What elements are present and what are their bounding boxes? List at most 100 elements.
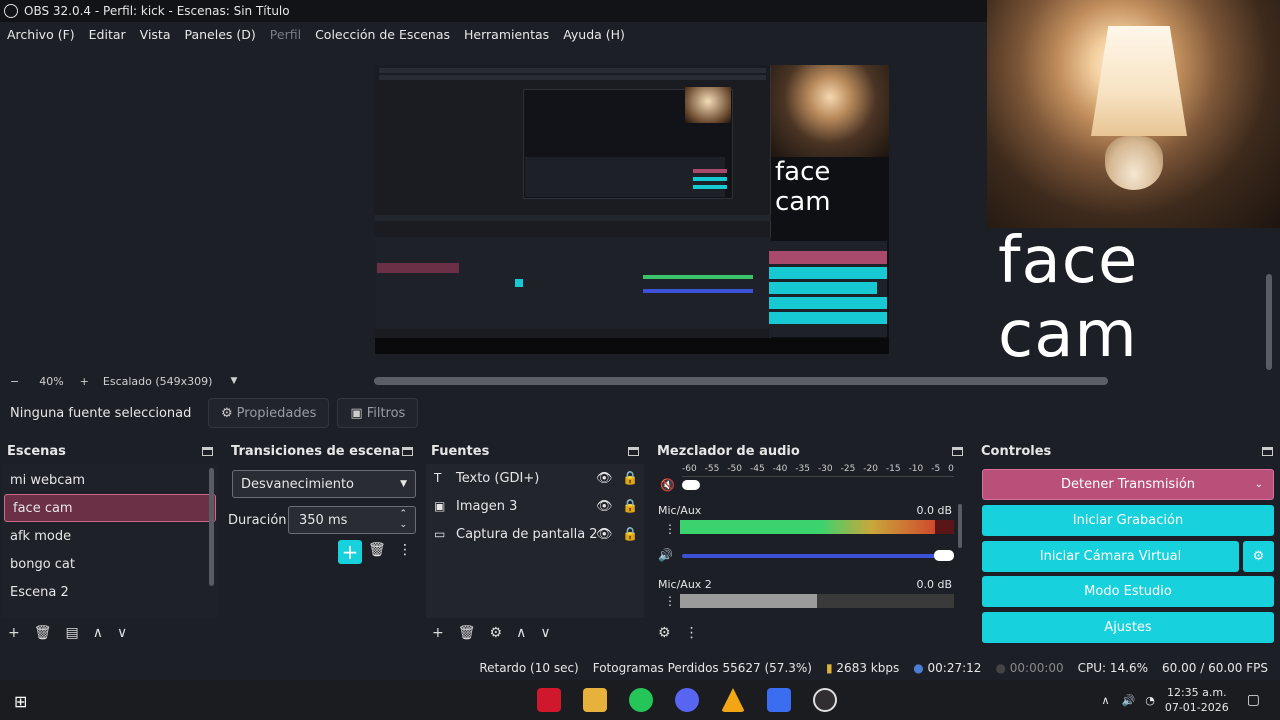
text-icon: T [434, 471, 442, 485]
start-virtual-camera-button[interactable]: Iniciar Cámara Virtual [982, 541, 1239, 572]
meter-tick-label: -35 [795, 464, 810, 474]
channel-menu-icon[interactable]: ⋮ [664, 522, 676, 536]
scene-item[interactable]: mi webcam [2, 466, 218, 494]
remove-source-icon[interactable]: 🗑 [458, 625, 476, 641]
move-down-icon[interactable]: ∨ [117, 625, 127, 641]
volume-slider-handle[interactable] [934, 550, 954, 561]
nested-obs-capture [375, 65, 887, 354]
lock-icon[interactable]: 🔒 [622, 499, 638, 514]
move-up-icon[interactable]: ∧ [516, 625, 526, 641]
monitor-icon: ▭ [434, 527, 446, 541]
more-options-icon[interactable]: ⋮ [398, 542, 412, 558]
clock-time: 12:35 a.m. [1166, 686, 1227, 699]
meter-tick-label: -25 [840, 464, 856, 474]
preview-canvas[interactable]: face cam [375, 65, 889, 354]
transition-select[interactable]: Desvanecimiento ▼ [232, 470, 416, 498]
stop-stream-button[interactable]: Detener Transmisión ⌄ [982, 469, 1274, 500]
settings-button[interactable]: Ajustes [982, 612, 1274, 643]
undock-icon[interactable] [202, 446, 213, 456]
remove-scene-icon[interactable]: 🗑 [34, 625, 52, 641]
opera-icon[interactable] [537, 688, 561, 712]
channel-name: Mic/Aux 2 [658, 578, 712, 591]
file-explorer-icon[interactable] [583, 688, 607, 712]
channel-menu-icon[interactable]: ⋮ [664, 594, 676, 608]
chevron-down-icon[interactable]: ⌄ [1255, 479, 1263, 490]
lock-icon[interactable]: 🔒 [622, 471, 638, 486]
clock[interactable]: 12:35 a.m. 07-01-2026 [1165, 685, 1229, 715]
menu-profile[interactable]: Perfil [270, 27, 301, 42]
channel-name: Mic/Aux [658, 504, 702, 517]
scene-item[interactable]: Escena 2 [2, 578, 218, 606]
windows-start-icon[interactable]: ⊞ [14, 692, 27, 711]
discord-icon[interactable] [675, 688, 699, 712]
scale-dropdown-icon[interactable]: ▼ [230, 376, 237, 386]
bitrate-value: 2683 kbps [836, 661, 900, 675]
duration-spinbox[interactable]: 350 ms ⌃ ⌄ [288, 506, 416, 534]
cpu-status: CPU: 14.6% [1077, 661, 1149, 675]
visibility-eye-icon[interactable]: 👁 [596, 527, 613, 542]
speaker-icon[interactable]: 🔊 [658, 548, 673, 562]
meter-tick-label: -60 [682, 464, 697, 474]
menu-tools[interactable]: Herramientas [464, 27, 549, 42]
volume-slider-handle[interactable] [682, 480, 700, 490]
roblox-icon[interactable] [767, 688, 791, 712]
scene-item[interactable]: bongo cat [2, 550, 218, 578]
mixer-menu-icon[interactable]: ⋮ [685, 625, 699, 641]
source-item[interactable]: ▭ Captura de pantalla 2 👁 🔒 [426, 520, 644, 548]
scene-item-active[interactable]: face cam [4, 494, 216, 522]
add-transition-button[interactable]: + [338, 540, 362, 564]
obs-logo-icon [4, 4, 18, 18]
undock-icon[interactable] [1262, 446, 1273, 456]
zoom-in-button[interactable]: + [80, 375, 89, 388]
volume-icon[interactable]: 🔊 [1122, 694, 1136, 707]
visibility-eye-icon[interactable]: 👁 [596, 499, 613, 514]
obs-taskbar-icon[interactable] [813, 688, 837, 712]
source-item[interactable]: T Texto (GDI+) 👁 🔒 [426, 464, 644, 492]
visibility-eye-icon[interactable]: 👁 [596, 471, 613, 486]
studio-mode-button[interactable]: Modo Estudio [982, 576, 1274, 607]
menu-help[interactable]: Ayuda (H) [563, 27, 625, 42]
windows-taskbar: ⊞ ∧ 🔊 ◔ 12:35 a.m. 07-01-2026 ▢ [0, 680, 1280, 720]
menu-docks[interactable]: Paneles (D) [185, 27, 256, 42]
image-icon: ▣ [434, 499, 446, 513]
lock-icon[interactable]: 🔒 [622, 527, 638, 542]
filters-button[interactable]: ▣ Filtros [337, 398, 419, 428]
advanced-audio-icon[interactable]: ⚙ [658, 625, 671, 641]
zoom-out-button[interactable]: − [10, 375, 19, 388]
undock-icon[interactable] [402, 446, 413, 456]
scene-item[interactable]: afk mode [2, 522, 218, 550]
menu-scene-collection[interactable]: Colección de Escenas [315, 27, 450, 42]
meter-tick-label: 0 [948, 464, 954, 474]
whatsapp-icon[interactable] [629, 688, 653, 712]
filters-icon[interactable]: ▤ [66, 625, 79, 641]
wifi-icon[interactable]: ◔ [1145, 694, 1155, 707]
undock-icon[interactable] [628, 446, 639, 456]
move-down-icon[interactable]: ∨ [540, 625, 550, 641]
add-scene-icon[interactable]: + [8, 625, 20, 641]
preview-horizontal-scrollbar[interactable] [374, 377, 1108, 385]
stream-time-status: ● 00:27:12 [913, 661, 981, 675]
source-properties-icon[interactable]: ⚙ [490, 625, 503, 641]
menu-view[interactable]: Vista [140, 27, 171, 42]
stepper-icon[interactable]: ⌃ ⌄ [399, 509, 407, 531]
remove-transition-icon[interactable]: 🗑 [368, 542, 386, 558]
menu-file[interactable]: Archivo (F) [7, 27, 75, 42]
mic-aux-volume-slider[interactable] [682, 554, 952, 558]
scenes-scrollbar[interactable] [209, 468, 214, 586]
source-label: Texto (GDI+) [456, 470, 540, 486]
virtual-camera-settings-icon[interactable]: ⚙ [1243, 541, 1274, 572]
chevron-up-icon[interactable]: ∧ [1101, 694, 1109, 707]
app-icon[interactable] [721, 688, 745, 712]
notifications-icon[interactable]: ▢ [1247, 692, 1260, 708]
mixer-scrollbar[interactable] [958, 504, 962, 548]
source-item[interactable]: ▣ Imagen 3 👁 🔒 [426, 492, 644, 520]
move-up-icon[interactable]: ∧ [93, 625, 103, 641]
start-recording-button[interactable]: Iniciar Grabación [982, 505, 1274, 536]
properties-button[interactable]: ⚙ Propiedades [208, 398, 330, 428]
muted-speaker-icon[interactable]: 🔇 [660, 478, 675, 492]
menu-edit[interactable]: Editar [89, 27, 126, 42]
chevron-down-icon: ▼ [400, 479, 407, 489]
add-source-icon[interactable]: + [432, 625, 444, 641]
undock-icon[interactable] [952, 446, 963, 456]
properties-label: Propiedades [236, 405, 317, 421]
